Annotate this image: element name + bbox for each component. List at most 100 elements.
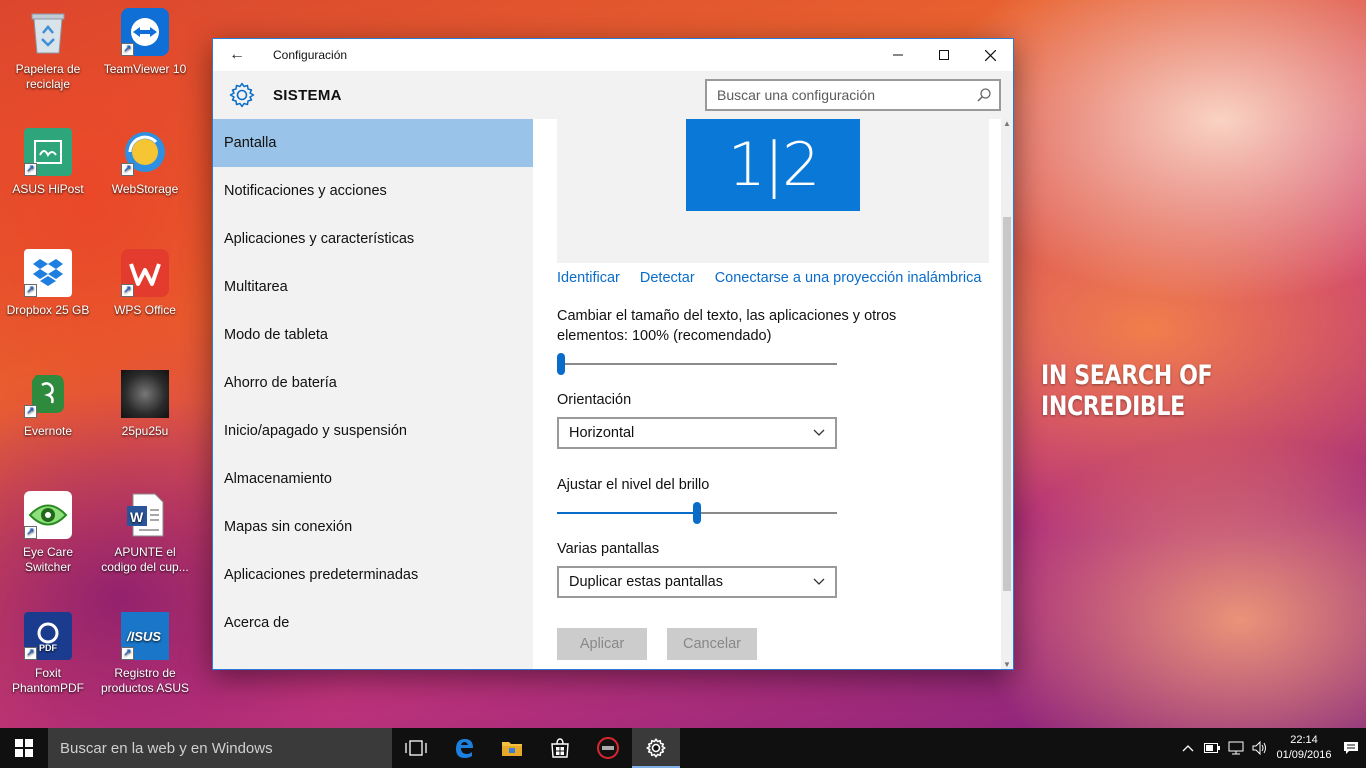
minimize-button[interactable] [875, 39, 921, 71]
nav-item-mapas[interactable]: Mapas sin conexión [213, 503, 533, 551]
content-scrollbar[interactable]: ▲ ▼ [1001, 119, 1013, 669]
settings-header: SISTEMA Buscar una configuración [213, 71, 1013, 119]
nav-item-modo-tableta[interactable]: Modo de tableta [213, 311, 533, 359]
desktop-icon-eye-care[interactable]: ↗ Eye Care Switcher [0, 491, 96, 575]
desktop-icon-webstorage[interactable]: ↗ WebStorage [97, 128, 193, 197]
desktop-icon-label: Registro de productos ASUS [100, 666, 190, 695]
detect-link[interactable]: Detectar [640, 270, 695, 286]
shortcut-arrow-icon: ↗ [24, 405, 37, 418]
desktop-icon-label: WPS Office [114, 303, 176, 317]
scale-slider-thumb[interactable] [557, 353, 565, 375]
taskbar-clock[interactable]: 22:14 01/09/2016 [1272, 733, 1336, 763]
network-icon [1228, 741, 1244, 755]
show-hidden-icons-button[interactable] [1176, 744, 1200, 752]
battery-button[interactable] [1200, 743, 1224, 753]
scrollbar-thumb[interactable] [1003, 217, 1011, 591]
scroll-down-icon[interactable]: ▼ [1001, 660, 1013, 669]
battery-icon [1204, 743, 1220, 753]
brightness-slider-thumb[interactable] [693, 502, 701, 524]
scroll-up-icon[interactable]: ▲ [1001, 119, 1013, 128]
identify-link[interactable]: Identificar [557, 270, 620, 286]
monitor-tile[interactable]: 1|2 [686, 119, 860, 211]
desktop-icon-recycle-bin[interactable]: Papelera de reciclaje [0, 8, 96, 92]
wps-office-icon: ↗ [121, 249, 169, 297]
image-file-icon [121, 370, 169, 418]
settings-nav: Pantalla Notificaciones y acciones Aplic… [213, 119, 533, 669]
desktop-icon-teamviewer[interactable]: ↗ TeamViewer 10 [97, 8, 193, 77]
scale-slider[interactable] [557, 352, 837, 376]
back-arrow-icon: ← [229, 46, 245, 63]
desktop-icon-image-file[interactable]: 25pu25u [97, 370, 193, 439]
folder-icon [502, 742, 522, 756]
desktop-icon-word-doc[interactable]: W APUNTE el codigo del cup... [97, 491, 193, 575]
start-button[interactable] [0, 728, 48, 768]
orientation-select[interactable]: Horizontal [557, 417, 837, 449]
scale-slider-track [557, 363, 837, 365]
apply-button[interactable]: Aplicar [557, 628, 647, 660]
desktop-icon-dropbox[interactable]: ↗ Dropbox 25 GB [0, 249, 96, 318]
shortcut-arrow-icon: ↗ [121, 43, 134, 56]
desktop-icon-label: Foxit PhantomPDF [11, 666, 85, 695]
shortcut-arrow-icon: ↗ [24, 163, 37, 176]
nav-item-multitarea[interactable]: Multitarea [213, 263, 533, 311]
action-center-button[interactable] [1336, 741, 1366, 755]
taskbar: Buscar en la web y en Windows 22:14 01/0… [0, 728, 1366, 768]
maximize-button[interactable] [921, 39, 967, 71]
desktop-icon-label: 25pu25u [121, 424, 169, 438]
nav-item-inicio-apagado[interactable]: Inicio/apagado y suspensión [213, 407, 533, 455]
shortcut-arrow-icon: ↗ [24, 526, 37, 539]
nav-item-ahorro-bateria[interactable]: Ahorro de batería [213, 359, 533, 407]
back-button[interactable]: ← [213, 39, 261, 71]
desktop-icon-foxit[interactable]: PDF ↗ Foxit PhantomPDF [0, 612, 96, 696]
gear-icon [213, 82, 261, 108]
brightness-slider[interactable] [557, 501, 837, 525]
word-document-icon: W [121, 491, 169, 539]
nav-item-notificaciones[interactable]: Notificaciones y acciones [213, 167, 533, 215]
edge-button[interactable] [440, 728, 488, 768]
nav-item-acerca-de[interactable]: Acerca de [213, 599, 533, 647]
taskbar-search-box[interactable]: Buscar en la web y en Windows [48, 728, 392, 768]
wireless-display-link[interactable]: Conectarse a una proyección inalámbrica [715, 270, 982, 286]
svg-text:/ISUS: /ISUS [126, 629, 161, 644]
foxit-pdf-icon: PDF ↗ [24, 612, 72, 660]
multiple-displays-select[interactable]: Duplicar estas pantallas [557, 566, 837, 598]
volume-button[interactable] [1248, 741, 1272, 755]
dropbox-icon: ↗ [24, 249, 72, 297]
nav-item-aplicaciones[interactable]: Aplicaciones y características [213, 215, 533, 263]
multiple-displays-value: Duplicar estas pantallas [569, 574, 723, 590]
nav-item-almacenamiento[interactable]: Almacenamiento [213, 455, 533, 503]
store-button[interactable] [536, 728, 584, 768]
desktop-icon-asus-registration[interactable]: /ISUS ↗ Registro de productos ASUS [97, 612, 193, 696]
section-title: SISTEMA [273, 86, 342, 104]
close-button[interactable] [967, 39, 1013, 71]
asus-app-button[interactable] [584, 728, 632, 768]
settings-window: ← Configuración SISTEMA Buscar una confi… [212, 38, 1014, 670]
chevron-down-icon [813, 578, 825, 585]
desktop-icon-asus-hipost[interactable]: ↗ ASUS HiPost [0, 128, 96, 197]
edge-icon [456, 739, 473, 758]
network-button[interactable] [1224, 741, 1248, 755]
wallpaper-tagline: IN SEARCH OF INCREDIBLE [1041, 360, 1213, 422]
settings-search-input[interactable]: Buscar una configuración [705, 79, 1001, 111]
desktop-icon-evernote[interactable]: ↗ Evernote [0, 370, 96, 439]
brightness-slider-fill [557, 512, 697, 514]
window-title: Configuración [273, 48, 348, 62]
desktop-icon-label: Dropbox 25 GB [6, 303, 90, 317]
orientation-value: Horizontal [569, 425, 635, 441]
task-view-icon [405, 740, 427, 756]
task-view-button[interactable] [392, 728, 440, 768]
nav-item-aplicaciones-predeterminadas[interactable]: Aplicaciones predeterminadas [213, 551, 533, 599]
file-explorer-button[interactable] [488, 728, 536, 768]
desktop-icon-label: Evernote [23, 424, 73, 438]
settings-taskbar-button[interactable] [632, 728, 680, 768]
display-links: Identificar Detectar Conectarse a una pr… [557, 270, 1013, 286]
desktop-icon-label: Papelera de reciclaje [15, 62, 81, 91]
teamviewer-icon: ↗ [121, 8, 169, 56]
desktop-icon-wps[interactable]: ↗ WPS Office [97, 249, 193, 318]
scale-label: Cambiar el tamaño del texto, las aplicac… [557, 308, 897, 344]
evernote-icon: ↗ [24, 370, 72, 418]
search-icon [977, 88, 991, 102]
clock-date: 01/09/2016 [1276, 749, 1332, 761]
cancel-button[interactable]: Cancelar [667, 628, 757, 660]
nav-item-pantalla[interactable]: Pantalla [213, 119, 533, 167]
